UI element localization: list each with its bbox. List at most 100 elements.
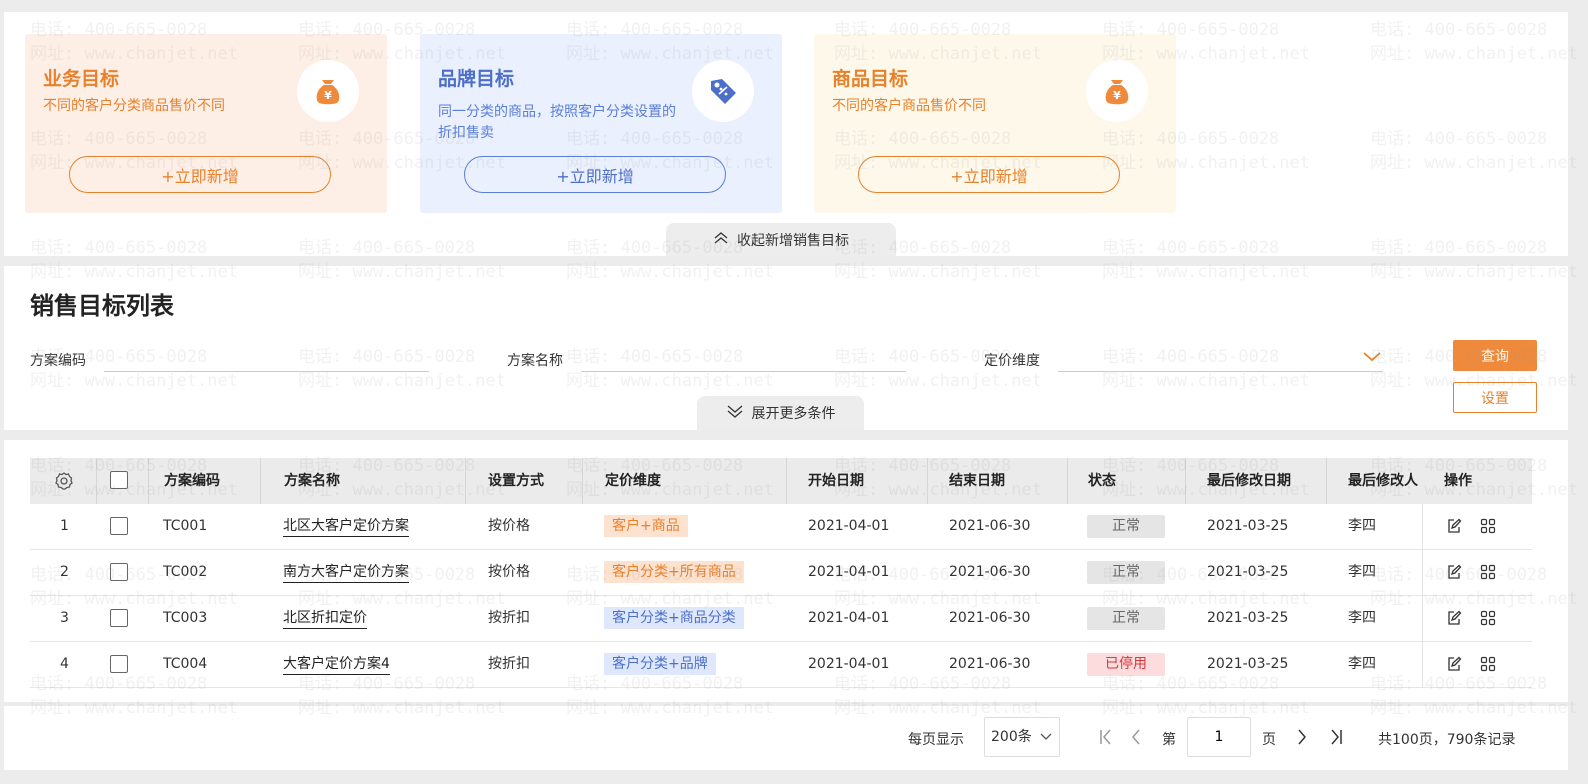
- expand-filters-button[interactable]: 展开更多条件: [697, 396, 864, 430]
- header-modified-date: 最后修改日期: [1207, 473, 1291, 489]
- card-description: 不同的客户分类商品售价不同: [43, 98, 225, 114]
- add-brand-target-button[interactable]: +立即新增: [464, 156, 726, 193]
- next-page-icon[interactable]: [1292, 726, 1312, 748]
- new-target-panel: 业务目标 不同的客户分类商品售价不同 ¥ +立即新增 品牌目标 同一分类的商品，…: [4, 12, 1568, 256]
- dimension-tag: 客户分类+品牌: [604, 653, 716, 675]
- cell-start-date: 2021-04-01: [808, 656, 890, 672]
- cell-name-link[interactable]: 北区折扣定价: [283, 596, 367, 641]
- code-input[interactable]: [104, 354, 429, 372]
- cell-method: 按价格: [488, 564, 530, 580]
- page-prefix: 第: [1162, 732, 1176, 748]
- cell-modified-date: 2021-03-25: [1207, 610, 1289, 626]
- first-page-icon[interactable]: [1096, 726, 1116, 748]
- cell-code: TC003: [163, 610, 208, 626]
- dimension-tag: 客户分类+所有商品: [604, 561, 744, 583]
- edit-icon[interactable]: [1446, 518, 1464, 536]
- cell-end-date: 2021-06-30: [949, 656, 1031, 672]
- status-badge: 正常: [1087, 607, 1165, 630]
- add-product-target-button[interactable]: +立即新增: [858, 156, 1120, 193]
- header-dimension: 定价维度: [605, 473, 661, 489]
- more-grid-icon[interactable]: [1480, 564, 1498, 582]
- cell-code: TC002: [163, 564, 208, 580]
- status-badge: 正常: [1087, 561, 1165, 584]
- cell-start-date: 2021-04-01: [808, 518, 890, 534]
- cell-modifier: 李四: [1348, 610, 1376, 626]
- status-badge: 正常: [1087, 515, 1165, 538]
- cell-code: TC004: [163, 656, 208, 672]
- select-all-checkbox[interactable]: [110, 471, 128, 489]
- money-bag-icon: ¥: [1086, 60, 1148, 122]
- cell-start-date: 2021-04-01: [808, 564, 890, 580]
- header-actions: 操作: [1444, 473, 1472, 489]
- gear-icon[interactable]: [54, 471, 74, 495]
- header-code: 方案编码: [164, 473, 220, 489]
- cell-method: 按折扣: [488, 610, 530, 626]
- row-checkbox[interactable]: [110, 655, 128, 673]
- table-panel: 方案编码 方案名称 设置方式 定价维度 开始日期 结束日期 状态 最后修改日期 …: [4, 440, 1568, 702]
- row-number: 3: [60, 610, 69, 626]
- table-row[interactable]: 4 TC004 大客户定价方案4 按折扣 客户分类+品牌 2021-04-01 …: [30, 642, 1532, 688]
- page-suffix: 页: [1262, 732, 1276, 748]
- chevron-down-icon: [1039, 718, 1053, 771]
- cell-end-date: 2021-06-30: [949, 564, 1031, 580]
- cell-start-date: 2021-04-01: [808, 610, 890, 626]
- business-target-card: 业务目标 不同的客户分类商品售价不同 ¥ +立即新增: [25, 34, 387, 213]
- more-grid-icon[interactable]: [1480, 518, 1498, 536]
- card-title: 品牌目标: [438, 68, 515, 90]
- row-number: 4: [60, 656, 69, 672]
- row-number: 2: [60, 564, 69, 580]
- row-checkbox[interactable]: [110, 609, 128, 627]
- prev-page-icon[interactable]: [1126, 726, 1146, 748]
- add-business-target-button[interactable]: +立即新增: [69, 156, 331, 193]
- cell-modifier: 李四: [1348, 564, 1376, 580]
- status-badge: 已停用: [1087, 653, 1165, 676]
- edit-icon[interactable]: [1446, 656, 1464, 674]
- query-button[interactable]: 查询: [1453, 340, 1537, 371]
- edit-icon[interactable]: [1446, 610, 1464, 628]
- chevron-up-icon: [713, 231, 729, 249]
- setting-button[interactable]: 设置: [1453, 382, 1537, 413]
- dimension-select[interactable]: [1058, 354, 1383, 372]
- header-end-date: 结束日期: [949, 473, 1005, 489]
- cell-modifier: 李四: [1348, 656, 1376, 672]
- row-checkbox[interactable]: [110, 517, 128, 535]
- filter-panel: 销售目标列表 方案编码 方案名称 定价维度 查询 设置 展开更多条件: [4, 266, 1568, 430]
- per-page-select[interactable]: 200条: [984, 717, 1060, 757]
- collapse-new-target-button[interactable]: 收起新增销售目标: [666, 223, 896, 256]
- cell-modified-date: 2021-03-25: [1207, 656, 1289, 672]
- last-page-icon[interactable]: [1326, 726, 1346, 748]
- row-checkbox[interactable]: [110, 563, 128, 581]
- card-title: 业务目标: [43, 68, 120, 90]
- card-title: 商品目标: [832, 68, 909, 90]
- cell-code: TC001: [163, 518, 208, 534]
- header-status: 状态: [1088, 473, 1116, 489]
- product-target-card: 商品目标 不同的客户商品售价不同 ¥ +立即新增: [814, 34, 1176, 213]
- code-label: 方案编码: [30, 353, 86, 369]
- dimension-tag: 客户分类+商品分类: [604, 607, 744, 629]
- more-grid-icon[interactable]: [1480, 656, 1498, 674]
- name-input[interactable]: [581, 354, 906, 372]
- collapse-label: 收起新增销售目标: [737, 232, 849, 249]
- cell-end-date: 2021-06-30: [949, 610, 1031, 626]
- expand-label: 展开更多条件: [751, 406, 836, 422]
- more-grid-icon[interactable]: [1480, 610, 1498, 628]
- table-row[interactable]: 2 TC002 南方大客户定价方案 按价格 客户分类+所有商品 2021-04-…: [30, 550, 1532, 596]
- table-row[interactable]: 1 TC001 北区大客户定价方案 按价格 客户+商品 2021-04-01 2…: [30, 504, 1532, 550]
- table-row[interactable]: 3 TC003 北区折扣定价 按折扣 客户分类+商品分类 2021-04-01 …: [30, 596, 1532, 642]
- cell-modified-date: 2021-03-25: [1207, 564, 1289, 580]
- page-summary: 共100页，790条记录: [1378, 732, 1516, 748]
- money-bag-icon: ¥: [297, 60, 359, 122]
- svg-text:¥: ¥: [1113, 89, 1121, 102]
- pagination: 每页显示 200条 第 页 共100页，790条记录: [4, 706, 1568, 770]
- header-start-date: 开始日期: [808, 473, 864, 489]
- cell-name-link[interactable]: 北区大客户定价方案: [283, 504, 409, 549]
- cell-method: 按价格: [488, 518, 530, 534]
- edit-icon[interactable]: [1446, 564, 1464, 582]
- cell-name-link[interactable]: 南方大客户定价方案: [283, 550, 409, 595]
- chevron-down-icon[interactable]: [1362, 348, 1382, 367]
- page-number-input[interactable]: [1187, 717, 1251, 757]
- brand-target-card: 品牌目标 同一分类的商品，按照客户分类设置的折扣售卖 +立即新增: [420, 34, 782, 213]
- name-label: 方案名称: [507, 353, 563, 369]
- per-page-label: 每页显示: [908, 732, 964, 748]
- cell-name-link[interactable]: 大客户定价方案4: [283, 642, 390, 687]
